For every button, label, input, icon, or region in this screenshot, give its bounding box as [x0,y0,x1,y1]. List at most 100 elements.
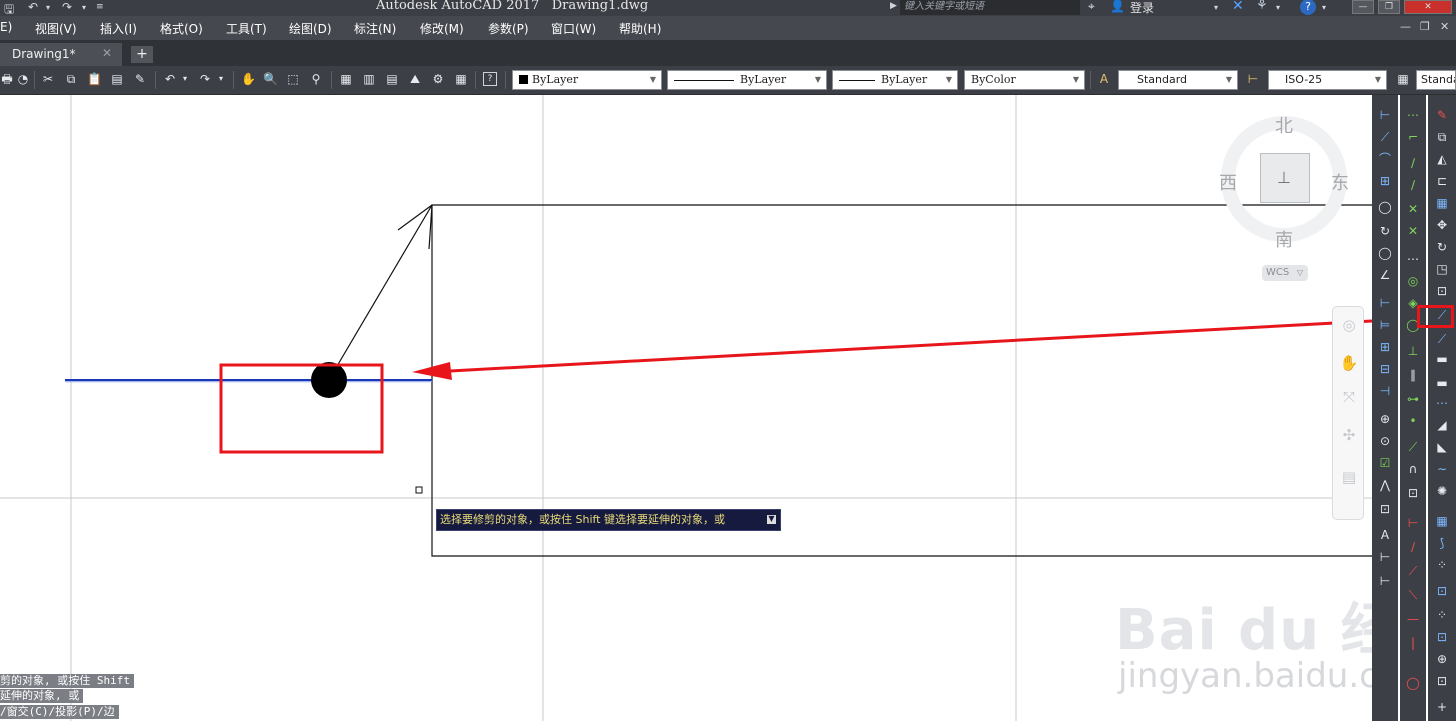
snap-circle-red-icon[interactable]: ◯ [1405,675,1421,691]
undo-icon[interactable]: ↶ [28,0,38,14]
zoom-realtime-icon[interactable]: 🔍 [263,72,278,86]
arc-length-icon[interactable]: ⌒ [1377,151,1393,167]
dimension-style-icon[interactable]: ⊢ [1377,573,1393,589]
menu-help[interactable]: 帮助(H) [619,20,661,37]
doc-restore-icon[interactable]: ❐ [1420,20,1430,33]
snap-none-icon[interactable]: ∩ [1405,461,1421,477]
search-input[interactable]: 键入关键字或短语 [900,0,1080,15]
aligned-dimension-icon[interactable]: ⟋ [1377,129,1393,145]
blend-curves-icon[interactable]: ∼ [1434,461,1450,477]
zoom-in-icon[interactable]: + [1434,699,1450,715]
snap-midpoint-icon[interactable]: ∕ [1405,177,1421,193]
binoculars-icon[interactable]: ⌖ [1088,0,1095,14]
snap-node-icon[interactable]: • [1405,413,1421,429]
array-icon[interactable]: ▦ [1434,195,1450,211]
zoom-extents-icon[interactable]: ⤧ [1339,387,1359,407]
explode-icon[interactable]: ✺ [1434,483,1450,499]
menu-dimension[interactable]: 标注(N) [354,20,396,37]
restore-button[interactable]: ❐ [1378,0,1400,14]
jogged-dimension-icon[interactable]: ↻ [1377,223,1393,239]
orbit-icon[interactable]: ✣ [1339,425,1359,445]
tab-close-icon[interactable]: ✕ [102,46,112,60]
menu-view[interactable]: 视图(V) [35,20,77,37]
compass-west[interactable]: 西 [1219,169,1237,195]
scale-icon[interactable]: ◳ [1434,261,1450,277]
drawn-rectangle[interactable] [431,204,1372,557]
textstyle-combo[interactable]: Standard ▼ [1118,70,1238,90]
zoom-dynamic-icon[interactable]: ⁘ [1434,607,1450,623]
table-style-icon[interactable]: ▦ [1396,72,1410,86]
tablestyle-combo[interactable]: Standa [1416,70,1456,90]
zoom-center-icon[interactable]: ⊕ [1434,651,1450,667]
lineweight-combo[interactable]: ByLayer ▼ [832,70,958,90]
pan-icon[interactable]: ✋ [1339,353,1359,373]
osnap-settings-icon[interactable]: ⊡ [1405,485,1421,501]
search-expand-icon[interactable]: ▶ [890,1,897,11]
menu-parametric[interactable]: 参数(P) [488,20,529,37]
doc-minimize-icon[interactable]: — [1400,20,1411,33]
color-combo[interactable]: ByLayer ▼ [512,70,662,90]
showmotion-icon[interactable]: ▤ [1339,467,1359,487]
tool-palettes-icon[interactable]: ▤ [385,72,399,86]
plotstyle-combo[interactable]: ByColor ▼ [964,70,1085,90]
menu-format[interactable]: 格式(O) [160,20,203,37]
erase-icon[interactable]: ✎ [1434,107,1450,123]
offset-icon[interactable]: ⊏ [1434,173,1450,189]
drawing-canvas[interactable]: 北 南 东 西 ⊥ WCS ▽ ◎ ✋ ⤧ ✣ ▤ Bai du 经验 jing… [0,95,1372,721]
baseline-icon[interactable]: ⊨ [1377,317,1393,333]
snap-endpoint-icon[interactable]: ∕ [1405,155,1421,171]
exchange-apps-icon[interactable]: ✕ [1232,0,1244,14]
paste-special-icon[interactable]: ▤ [110,72,124,86]
chamfer-icon[interactable]: ◢ [1434,417,1450,433]
expand-down-icon[interactable]: ▼ [767,515,776,524]
tab-drawing1[interactable]: Drawing1* ✕ [0,43,122,66]
snap-nearest-icon[interactable]: ⟋ [1405,439,1421,455]
cut-icon[interactable]: ✂ [41,72,55,86]
customize-quickaccess-icon[interactable]: ≡ [96,2,104,12]
rotate-icon[interactable]: ↻ [1434,239,1450,255]
snap-perpendicular-icon[interactable]: ⊥ [1405,343,1421,359]
menu-modify[interactable]: 修改(M) [420,20,464,37]
zoom-scale-icon[interactable]: ⊡ [1434,629,1450,645]
snap-horizontal-red-icon[interactable]: — [1405,611,1421,627]
publish-icon[interactable]: ◔ [16,72,30,86]
copy-object-icon[interactable]: ⧉ [1434,129,1450,145]
array-rect-icon[interactable]: ▦ [1434,513,1450,529]
save-icon[interactable]: 🖫 [4,0,14,16]
viewcube-top-face[interactable]: ⊥ [1260,153,1310,203]
zoom-window-icon[interactable]: ⬚ [286,72,300,86]
copy-icon[interactable]: ⧉ [64,72,78,86]
dimension-update-icon[interactable]: ⊢ [1377,549,1393,565]
break-at-point-icon[interactable]: ▬ [1434,351,1450,367]
login-dropdown-icon[interactable]: ▾ [1214,3,1218,12]
space-icon[interactable]: ⊟ [1377,361,1393,377]
snap-insert-icon[interactable]: ⊶ [1405,391,1421,407]
snap-apparent-intersection-icon[interactable]: ✕ [1405,223,1421,239]
break-dimension-icon[interactable]: ⊣ [1377,383,1393,399]
linear-dimension-icon[interactable]: ⊢ [1377,107,1393,123]
radius-dimension-icon[interactable]: ◯ [1377,199,1393,215]
dimension-edit-icon[interactable]: ⊡ [1377,501,1393,517]
design-center-icon[interactable]: ▥ [362,72,376,86]
snap-center-icon[interactable]: ◎ [1405,273,1421,289]
undo-icon[interactable]: ↶ [163,72,177,86]
jogged-linear-icon[interactable]: ⋀ [1377,477,1393,493]
redo-dropdown-icon[interactable]: ▾ [214,72,228,86]
steering-wheel-icon[interactable]: ◎ [1339,315,1359,335]
angular-dimension-icon[interactable]: ∠ [1377,267,1393,283]
markup-icon[interactable]: ⚙ [431,72,445,86]
paste-icon[interactable]: 📋 [87,72,102,86]
snap-intersection-icon[interactable]: ✕ [1405,201,1421,217]
join-icon[interactable]: ⋯ [1434,395,1450,411]
print-icon[interactable]: 🖶 [0,72,14,86]
snap-parallel-icon[interactable]: ∥ [1405,367,1421,383]
help-button[interactable]: ? [1300,0,1316,15]
redo-dropdown-icon[interactable]: ▾ [82,3,86,12]
snap-vertical-red-icon[interactable]: | [1405,635,1421,651]
pan-icon[interactable]: ✋ [241,72,256,86]
text-style-icon[interactable]: A [1097,72,1111,86]
extend-icon[interactable]: ⟋ [1434,331,1450,347]
dimension-style-icon[interactable]: ⊢ [1246,72,1260,86]
diameter-dimension-icon[interactable]: ◯ [1377,245,1393,261]
snap-from-icon[interactable]: ⌐ [1405,129,1421,145]
